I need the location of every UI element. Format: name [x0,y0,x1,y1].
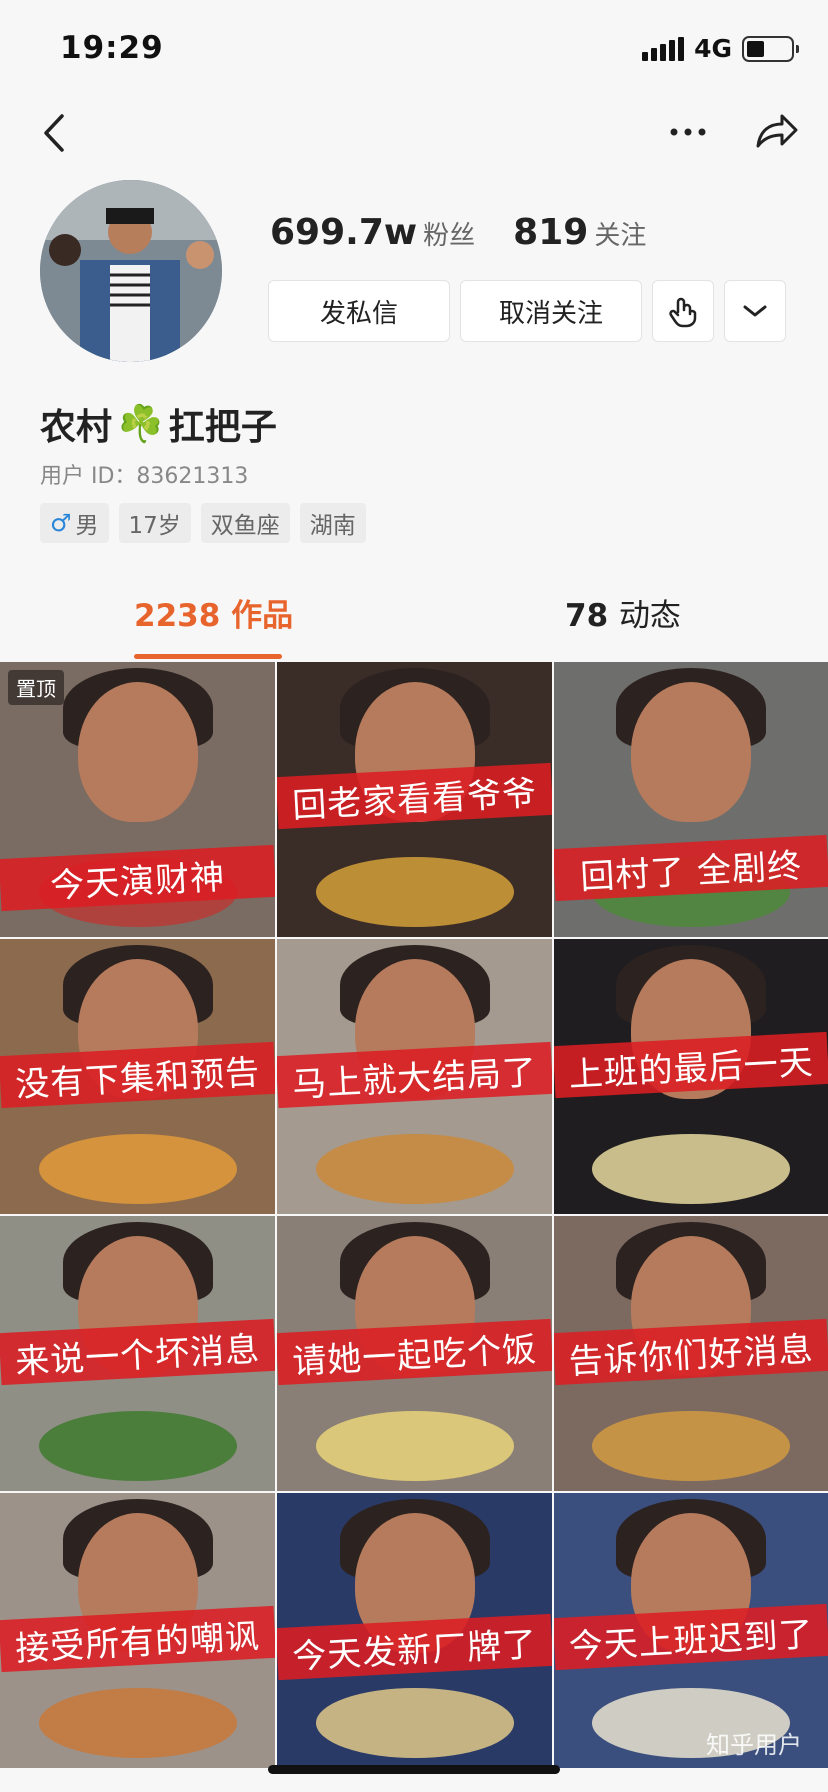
user-id: 用户 ID：83621313 [40,464,249,489]
signal-icon [642,36,685,61]
gender-tag: ♂ 男 [40,503,109,543]
video-caption: 今天上班迟到了 [567,1614,815,1667]
video-tile[interactable]: 请她一起吃个饭 [277,1216,552,1491]
share-icon[interactable] [752,110,800,154]
video-tile[interactable]: 回村了 全剧终 [554,662,828,937]
active-tab-indicator [134,654,282,659]
posts-count: 78 [565,598,609,634]
works-label: 作品 [231,598,294,634]
video-tile[interactable]: 今天上班迟到了 知乎用户 [554,1493,828,1768]
status-time: 19:29 [60,30,164,66]
video-tile[interactable]: 告诉你们好消息 [554,1216,828,1491]
video-caption: 没有下集和预告 [14,1052,262,1105]
video-caption: 来说一个坏消息 [14,1329,262,1382]
message-button[interactable]: 发私信 [268,280,450,342]
clover-emoji: ☘️ [118,404,163,445]
gesture-button[interactable] [652,280,714,342]
profile-stats: 699.7w 粉丝 819 关注 [270,212,646,253]
video-tile[interactable]: 马上就大结局了 [277,939,552,1214]
tab-works[interactable]: 2238 作品 [134,590,293,635]
region-tag: 湖南 [299,503,366,543]
name-part-1: 农村 [40,407,113,448]
home-indicator [268,1765,560,1774]
following-stat[interactable]: 819 关注 [513,212,646,253]
posts-label: 动态 [618,598,681,634]
video-grid: 置顶 今天演财神 回老家看看爷爷 回村了 全剧终 没有下集和预告 马上就大结局了… [0,662,828,1768]
video-caption: 上班的最后一天 [567,1042,815,1095]
gender-label: 男 [75,513,99,539]
video-tile[interactable]: 回老家看看爷爷 [277,662,552,937]
video-tile[interactable]: 来说一个坏消息 [0,1216,275,1491]
content-tabs: 2238 作品 78 动态 [0,590,828,660]
age-tag: 17岁 [118,503,191,543]
video-caption: 请她一起吃个饭 [291,1329,539,1382]
video-caption: 回村了 全剧终 [579,845,803,898]
watermark: 知乎用户 [706,1731,802,1759]
profile-name: 农村 ☘️ 扛把子 [40,398,277,450]
top-nav [0,98,828,168]
fans-stat[interactable]: 699.7w 粉丝 [270,212,475,253]
zodiac-tag: 双鱼座 [200,503,290,543]
unfollow-button[interactable]: 取消关注 [460,280,642,342]
male-icon: ♂ [50,509,72,537]
back-icon[interactable] [34,110,76,156]
gesture-icon [669,297,697,328]
pinned-badge: 置顶 [8,670,64,705]
fans-count: 699.7w [270,212,418,253]
status-bar: 19:29 4G [0,0,828,98]
more-icon[interactable] [664,112,712,152]
video-caption: 马上就大结局了 [291,1052,539,1105]
video-tile[interactable]: 接受所有的嘲讽 [0,1493,275,1768]
more-options-button[interactable] [724,280,786,342]
video-caption: 接受所有的嘲讽 [14,1616,262,1669]
following-label: 关注 [594,221,647,251]
video-caption: 今天发新厂牌了 [291,1624,539,1677]
video-caption: 回老家看看爷爷 [291,773,539,826]
video-tile[interactable]: 置顶 今天演财神 [0,662,275,937]
profile-tags: ♂ 男 17岁 双鱼座 湖南 [40,503,366,543]
fans-label: 粉丝 [423,221,476,251]
video-tile[interactable]: 上班的最后一天 [554,939,828,1214]
video-caption: 今天演财神 [49,856,227,907]
network-type: 4G [694,34,732,63]
video-caption: 告诉你们好消息 [567,1329,815,1382]
chevron-down-icon [743,305,767,317]
status-icons: 4G [642,34,799,63]
profile-actions: 发私信 取消关注 [268,280,786,342]
following-count: 819 [513,212,589,253]
battery-icon [742,35,799,62]
avatar[interactable] [40,180,222,362]
video-tile[interactable]: 没有下集和预告 [0,939,275,1214]
works-count: 2238 [134,598,221,634]
video-tile[interactable]: 今天发新厂牌了 [277,1493,552,1768]
tab-posts[interactable]: 78 动态 [565,590,681,635]
name-part-2: 扛把子 [168,407,277,448]
